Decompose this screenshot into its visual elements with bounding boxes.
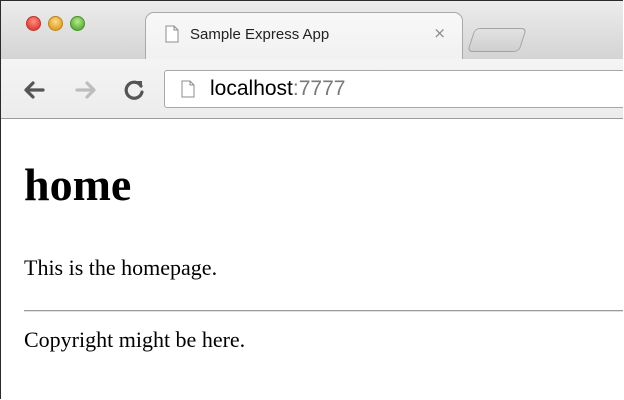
page-paragraph: This is the homepage. [24, 255, 218, 280]
address-url: localhost:7777 [210, 77, 345, 101]
tab-active[interactable]: Sample Express App × [145, 12, 463, 59]
url-port: :7777 [292, 77, 346, 100]
tab-close-icon[interactable]: × [433, 24, 446, 42]
page-icon [181, 80, 195, 98]
zoom-window-button[interactable] [70, 16, 85, 31]
page-heading: home [24, 159, 132, 210]
forward-arrow-icon[interactable] [73, 77, 99, 103]
page-icon [165, 25, 179, 43]
page-footer: Copyright might be here. [24, 327, 246, 352]
url-host: localhost [210, 77, 293, 100]
tab-strip: Sample Express App × [1, 1, 623, 59]
tab-title: Sample Express App [190, 26, 330, 43]
close-window-button[interactable] [26, 16, 41, 31]
back-arrow-icon[interactable] [21, 77, 47, 103]
browser-window: Sample Express App × localhost:7777 home… [0, 0, 623, 399]
browser-toolbar: localhost:7777 [1, 59, 623, 119]
new-tab-icon[interactable] [467, 28, 527, 52]
minimize-window-button[interactable] [48, 16, 63, 31]
horizontal-rule [24, 310, 623, 312]
reload-icon[interactable] [121, 77, 147, 103]
address-bar[interactable]: localhost:7777 [164, 70, 623, 108]
page-content: home This is the homepage. Copyright mig… [1, 119, 623, 399]
